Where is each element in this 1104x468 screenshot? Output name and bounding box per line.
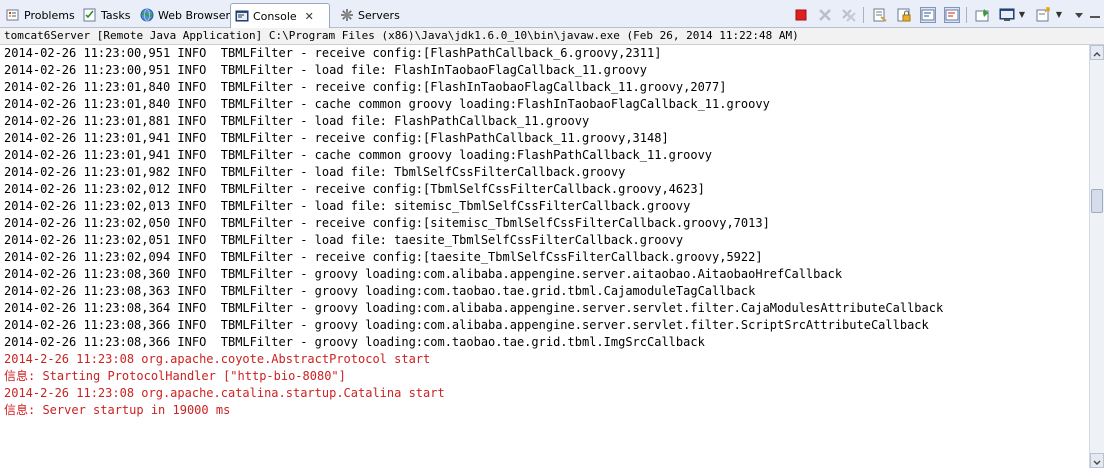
tasks-icon — [83, 8, 97, 22]
chevron-down-icon: ▼ — [1055, 10, 1063, 19]
console-line: 2014-02-26 11:23:02,012 INFO TBMLFilter … — [4, 182, 705, 196]
remove-launch-icon — [819, 9, 831, 21]
open-console-dropdown[interactable]: ▼ — [1055, 7, 1063, 23]
console-line: 信息: Server startup in 19000 ms — [4, 403, 231, 417]
show-console-on-stderr-icon — [945, 9, 959, 21]
console-line: 2014-02-26 11:23:01,941 INFO TBMLFilter … — [4, 131, 669, 145]
tab-console[interactable]: Console ✕ — [230, 3, 330, 28]
console-line: 2014-02-26 11:23:02,013 INFO TBMLFilter … — [4, 199, 691, 213]
view-menu-button[interactable] — [1071, 7, 1087, 23]
console-line: 2014-2-26 11:23:08 org.apache.catalina.s… — [4, 386, 445, 400]
console-line: 2014-02-26 11:23:01,982 INFO TBMLFilter … — [4, 165, 626, 179]
show-console-on-stdout-icon — [921, 9, 935, 21]
console-line: 2014-02-26 11:23:01,840 INFO TBMLFilter … — [4, 97, 770, 111]
terminate-button[interactable] — [793, 7, 809, 23]
open-console-icon — [1036, 7, 1050, 22]
tab-servers-label: Servers — [358, 8, 400, 22]
console-line: 2014-02-26 11:23:08,364 INFO TBMLFilter … — [4, 301, 944, 315]
console-line: 信息: Starting ProtocolHandler ["http-bio-… — [4, 369, 346, 383]
console-view: Problems Tasks Web Browser Console ✕ Ser… — [0, 0, 1104, 468]
view-menu-icon — [1075, 13, 1083, 18]
display-selected-console-button[interactable] — [999, 7, 1015, 23]
console-line: 2014-02-26 11:23:01,840 INFO TBMLFilter … — [4, 80, 727, 94]
console-line: 2014-02-26 11:23:02,094 INFO TBMLFilter … — [4, 250, 763, 264]
console-line: 2014-2-26 11:23:08 org.apache.coyote.Abs… — [4, 352, 431, 366]
remove-all-terminated-button[interactable] — [841, 7, 857, 23]
minimize-view-button[interactable] — [1087, 7, 1103, 23]
console-line: 2014-02-26 11:23:01,881 INFO TBMLFilter … — [4, 114, 590, 128]
remove-launch-button[interactable] — [817, 7, 833, 23]
console-output[interactable]: 2014-02-26 11:23:00,951 INFO TBMLFilter … — [0, 45, 1089, 468]
tab-web-browser[interactable]: Web Browser — [136, 4, 234, 26]
scrollbar-thumb[interactable] — [1091, 189, 1103, 213]
tab-servers[interactable]: Servers — [336, 4, 404, 26]
scroll-lock-button[interactable] — [896, 7, 912, 23]
console-line: 2014-02-26 11:23:08,360 INFO TBMLFilter … — [4, 267, 843, 281]
clear-console-icon — [873, 8, 887, 22]
terminate-icon — [795, 9, 807, 21]
globe-icon — [140, 8, 154, 22]
tab-problems[interactable]: Problems — [2, 4, 79, 26]
close-icon[interactable]: ✕ — [305, 10, 314, 23]
chevron-down-icon: ▼ — [1018, 10, 1026, 19]
scroll-down-button[interactable] — [1090, 453, 1104, 468]
toolbar-separator — [966, 7, 967, 23]
tab-tasks-label: Tasks — [101, 8, 131, 22]
pin-console-button[interactable] — [975, 7, 991, 23]
open-console-button[interactable] — [1036, 7, 1052, 23]
console-line: 2014-02-26 11:23:08,366 INFO TBMLFilter … — [4, 318, 929, 332]
console-line: 2014-02-26 11:23:08,363 INFO TBMLFilter … — [4, 284, 756, 298]
toolbar-separator — [863, 7, 864, 23]
problems-icon — [6, 8, 20, 22]
servers-icon — [340, 8, 354, 22]
console-description: tomcat6Server [Remote Java Application] … — [0, 28, 1104, 45]
pin-console-icon — [975, 9, 989, 22]
console-line: 2014-02-26 11:23:00,951 INFO TBMLFilter … — [4, 63, 647, 77]
display-selected-console-icon — [999, 8, 1015, 21]
display-console-dropdown[interactable]: ▼ — [1018, 7, 1026, 23]
tab-web-browser-label: Web Browser — [158, 8, 231, 22]
show-console-on-stderr-button[interactable] — [944, 7, 960, 23]
tab-tasks[interactable]: Tasks — [79, 4, 134, 26]
show-console-on-stdout-button[interactable] — [920, 7, 936, 23]
chevron-up-icon — [1093, 52, 1101, 57]
minimize-icon — [1090, 16, 1100, 18]
chevron-down-icon — [1093, 460, 1101, 465]
console-line: 2014-02-26 11:23:08,366 INFO TBMLFilter … — [4, 335, 705, 349]
console-line: 2014-02-26 11:23:01,941 INFO TBMLFilter … — [4, 148, 713, 162]
scroll-lock-icon — [897, 8, 911, 22]
scroll-up-button[interactable] — [1090, 45, 1104, 60]
tab-console-label: Console — [253, 9, 297, 23]
console-line: 2014-02-26 11:23:02,051 INFO TBMLFilter … — [4, 233, 684, 247]
remove-all-terminated-icon — [842, 9, 856, 22]
console-line: 2014-02-26 11:23:02,050 INFO TBMLFilter … — [4, 216, 770, 230]
vertical-scrollbar[interactable] — [1089, 45, 1104, 468]
tab-problems-label: Problems — [24, 8, 75, 22]
clear-console-button[interactable] — [872, 7, 888, 23]
console-line: 2014-02-26 11:23:00,951 INFO TBMLFilter … — [4, 46, 662, 60]
view-tab-bar: Problems Tasks Web Browser Console ✕ Ser… — [0, 0, 1104, 28]
console-icon — [235, 9, 249, 23]
